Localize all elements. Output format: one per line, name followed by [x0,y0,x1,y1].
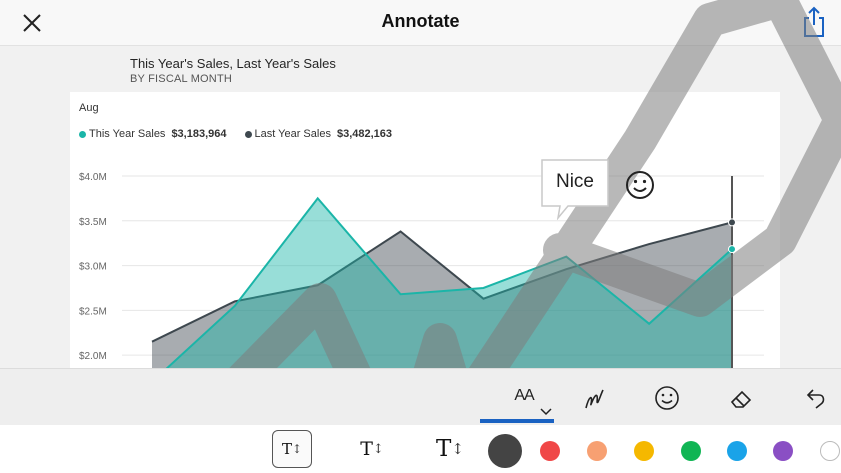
y-tick-label: $2.0M [79,351,107,362]
eraser-tool-button[interactable] [716,369,766,426]
undo-tool-button[interactable] [792,369,841,426]
color-swatch-yellow[interactable] [634,441,654,461]
legend-label-last-year: Last Year Sales [254,128,331,140]
chart-card: $4.0M $3.5M $3.0M $2.5M $2.0M Aug This Year … [70,92,780,382]
y-tick-label: $3.5M [79,217,107,228]
color-swatch-peach[interactable] [587,441,607,461]
share-icon [804,6,824,37]
eraser-icon [730,390,752,408]
text-size-large-label: T [436,436,452,462]
active-tool-indicator [480,419,554,423]
pen-scribble-icon [585,389,604,408]
callout-bubble [541,159,609,221]
style-palette: T ↕ T ↕ T ↕ [0,425,841,473]
color-swatch-dark-gray[interactable] [488,434,522,468]
color-swatch-blue[interactable] [727,441,747,461]
legend-value-last-year: $3,482,163 [336,128,393,140]
color-swatch-purple[interactable] [773,441,793,461]
chart-legend: This Year Sales $3,183,964 Last Year Sal… [79,128,392,140]
text-size-medium[interactable]: T ↕ [352,430,392,468]
color-swatch-white[interactable] [820,441,840,461]
text-size-large[interactable]: T ↕ [430,430,470,468]
text-size-small[interactable]: T ↕ [272,430,312,468]
legend-value-this-year: $3,183,964 [171,128,227,140]
color-swatch-green[interactable] [681,441,701,461]
smiley-icon [626,171,654,199]
text-size-small-label: T [281,440,292,458]
header-bar: Annotate [0,0,841,46]
text-size-medium-label: T [360,438,373,460]
smiley-icon [655,385,679,410]
color-swatch-red[interactable] [540,441,560,461]
data-point-last-year [728,218,736,227]
visual-title: This Year's Sales, Last Year's Sales [130,56,336,71]
text-tool-button[interactable]: AA [492,369,556,426]
emoji-annotation[interactable] [624,169,656,201]
text-annotation[interactable]: Nice [540,158,610,221]
legend-item-last-year: Last Year Sales $3,482,163 [244,128,393,140]
data-point-this-year [728,245,736,254]
annotation-toolbar: AA [0,368,841,425]
chevron-down-icon [540,408,552,416]
y-tick-label: $3.0M [79,262,107,273]
legend-label-this-year: This Year Sales [89,128,166,140]
chart-period-label: Aug [79,102,99,114]
legend-item-this-year: This Year Sales $3,183,964 [79,128,227,140]
legend-swatch-last-year [244,130,252,138]
pen-tool-button[interactable] [570,369,620,426]
page-title: Annotate [381,11,460,31]
undo-icon [806,388,825,409]
text-size-icon: AA [514,386,534,404]
visual-subtitle: BY FISCAL MONTH [130,73,233,85]
legend-swatch-this-year [79,130,86,138]
annotate-screen: Annotate This Year's Sales, Last Year's … [0,0,841,473]
y-tick-label: $4.0M [79,172,107,183]
emoji-tool-button[interactable] [642,369,692,426]
y-tick-label: $2.5M [79,306,107,317]
share-button[interactable] [799,5,829,39]
